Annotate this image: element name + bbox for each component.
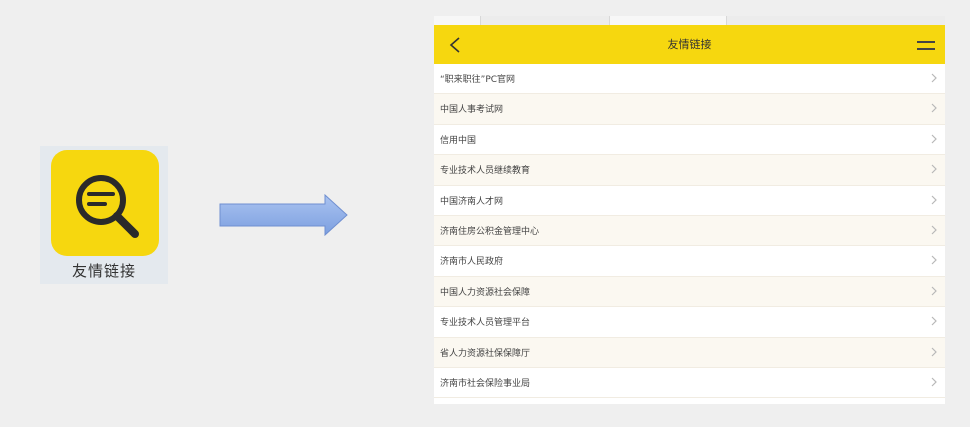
chevron-right-icon (931, 255, 937, 265)
chevron-right-icon (931, 134, 937, 144)
app-tile[interactable]: 友情链接 (40, 146, 168, 284)
chevron-right-icon (931, 286, 937, 296)
list-item[interactable]: 省人力资源社保保障厅 (434, 337, 945, 368)
chevron-right-icon (931, 377, 937, 387)
link-label: 中国济南人才网 (440, 196, 504, 207)
list-item[interactable]: 专业技术人员管理平台 (434, 307, 945, 338)
link-label: 济南住房公积金管理中心 (440, 226, 540, 237)
chevron-right-icon (931, 225, 937, 235)
link-label: 济南市社会保险事业局 (440, 378, 531, 389)
list-item[interactable]: 中国人力资源社会保障 (434, 276, 945, 308)
chevron-right-icon (931, 103, 937, 113)
link-label: 中国人力资源社会保障 (440, 287, 531, 298)
nav-bar: 友情链接 (434, 25, 945, 64)
chevron-right-icon (931, 195, 937, 204)
link-label: 信用中国 (440, 135, 477, 146)
chevron-right-icon (931, 164, 937, 174)
list-item[interactable]: 中国人事考试网 (434, 94, 945, 125)
link-list: “职来职往”PC官网 中国人事考试网 信用中国 专业技术人员继续教育 中国济南人… (434, 64, 945, 399)
chevron-right-icon (931, 347, 937, 356)
link-label: “职来职往”PC官网 (440, 75, 516, 85)
link-label: 中国人事考试网 (440, 105, 504, 116)
list-item[interactable]: 济南市人民政府 (434, 246, 945, 277)
link-label: 省人力资源社保保障厅 (440, 348, 531, 359)
link-label: 济南市人民政府 (440, 257, 504, 268)
phone-screen: 友情链接 “职来职往”PC官网 中国人事考试网 信用中国 专业技术人员继续教育 … (434, 16, 945, 404)
chevron-right-icon (931, 73, 937, 83)
list-item[interactable]: 济南市社会保险事业局 (434, 367, 945, 399)
chevron-right-icon (931, 316, 937, 326)
link-label: 专业技术人员继续教育 (440, 166, 531, 177)
list-item[interactable]: 专业技术人员继续教育 (434, 155, 945, 186)
list-item[interactable]: 信用中国 (434, 124, 945, 156)
magnifier-document-icon (51, 150, 159, 256)
app-label: 友情链接 (71, 262, 136, 280)
right-arrow-icon (219, 194, 348, 236)
page-title: 友情链接 (667, 38, 712, 51)
list-item[interactable]: “职来职往”PC官网 (434, 64, 945, 95)
hamburger-menu-icon[interactable] (915, 35, 937, 55)
link-label: 专业技术人员管理平台 (440, 318, 531, 329)
list-item[interactable]: 中国济南人才网 (434, 185, 945, 216)
status-strip (434, 16, 945, 25)
list-item[interactable]: 济南住房公积金管理中心 (434, 215, 945, 247)
